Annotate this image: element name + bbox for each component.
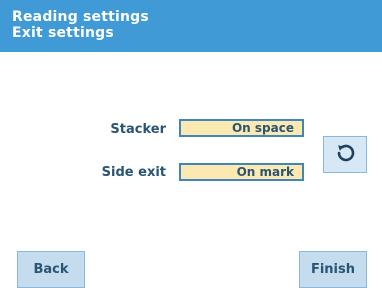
- page-subtitle: Exit settings: [12, 25, 114, 41]
- back-button-label: Back: [33, 262, 69, 277]
- reset-icon: [334, 142, 356, 168]
- reset-button[interactable]: [323, 136, 367, 173]
- finish-button-label: Finish: [310, 262, 356, 277]
- header-bar: Reading settings Exit settings: [0, 0, 382, 52]
- stacker-label: Stacker: [110, 122, 166, 137]
- finish-button[interactable]: Finish: [299, 251, 367, 288]
- stacker-value-field[interactable]: On space: [179, 119, 304, 137]
- side-exit-value-field[interactable]: On mark: [179, 163, 304, 181]
- page-title: Reading settings: [12, 9, 149, 25]
- back-button[interactable]: Back: [17, 251, 85, 288]
- side-exit-label: Side exit: [101, 165, 166, 180]
